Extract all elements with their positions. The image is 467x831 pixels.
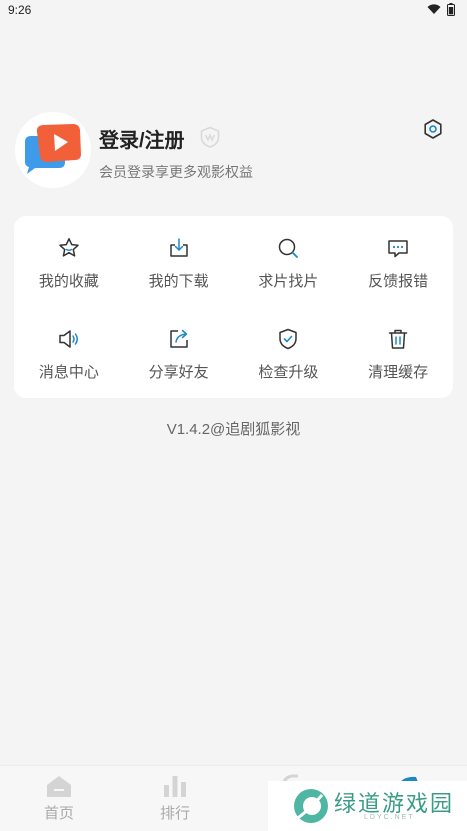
menu-item-messages[interactable]: 消息中心 bbox=[14, 307, 124, 398]
status-time: 9:26 bbox=[8, 3, 32, 17]
menu-item-clear-cache[interactable]: 清理缓存 bbox=[343, 307, 453, 398]
home-icon bbox=[47, 776, 71, 797]
star-icon bbox=[59, 238, 79, 257]
wifi-icon bbox=[427, 4, 441, 14]
menu-label: 求片找片 bbox=[258, 273, 319, 290]
profile-subtitle: 会员登录享更多观影权益 bbox=[99, 164, 253, 180]
search-icon bbox=[279, 238, 299, 258]
profile-section[interactable]: 登录/注册 会员登录享更多观影权益 bbox=[15, 112, 452, 192]
menu-grid: 我的收藏 我的下载 求片找片 反馈报错 消息中心 分享好友 检查升级 清理缓存 bbox=[14, 216, 453, 398]
menu-item-update[interactable]: 检查升级 bbox=[234, 307, 344, 398]
menu-item-share[interactable]: 分享好友 bbox=[124, 307, 234, 398]
feedback-icon bbox=[388, 240, 408, 258]
menu-label: 检查升级 bbox=[258, 364, 319, 381]
nav-item-home[interactable]: 首页 bbox=[29, 774, 89, 823]
menu-label: 反馈报错 bbox=[368, 273, 429, 290]
nav-label: 排行 bbox=[159, 805, 190, 822]
battery-icon bbox=[447, 3, 455, 16]
watermark-logo-icon bbox=[294, 789, 328, 823]
status-icons bbox=[427, 3, 455, 16]
nav-item-rank[interactable]: 排行 bbox=[145, 774, 205, 823]
menu-item-favorites[interactable]: 我的收藏 bbox=[14, 216, 124, 307]
shield-check-icon bbox=[279, 328, 298, 350]
trash-icon bbox=[388, 329, 408, 349]
avatar[interactable] bbox=[15, 112, 91, 188]
share-icon bbox=[169, 329, 188, 348]
nav-label: 首页 bbox=[43, 805, 74, 822]
menu-card: 我的收藏 我的下载 求片找片 反馈报错 消息中心 分享好友 检查升级 清理缓存 bbox=[14, 216, 453, 398]
watermark: 绿道游戏园 LDYC.NET bbox=[268, 781, 467, 831]
watermark-subtext: LDYC.NET bbox=[364, 814, 415, 821]
menu-label: 清理缓存 bbox=[368, 364, 429, 381]
menu-label: 我的收藏 bbox=[38, 273, 99, 290]
version-text: V1.4.2@追剧狐影视 bbox=[166, 421, 301, 438]
menu-item-feedback[interactable]: 反馈报错 bbox=[343, 216, 453, 307]
rank-icon bbox=[164, 776, 186, 797]
download-icon bbox=[169, 238, 188, 257]
menu-item-request[interactable]: 求片找片 bbox=[234, 216, 344, 307]
status-bar: 9:26 bbox=[0, 0, 467, 22]
speaker-icon bbox=[59, 330, 78, 348]
menu-item-downloads[interactable]: 我的下载 bbox=[124, 216, 234, 307]
menu-label: 我的下载 bbox=[148, 273, 209, 290]
vip-badge-icon bbox=[200, 126, 220, 148]
app-logo-icon bbox=[15, 112, 91, 188]
settings-icon[interactable] bbox=[422, 118, 444, 140]
login-register-link[interactable]: 登录/注册 bbox=[99, 124, 185, 153]
menu-label: 消息中心 bbox=[38, 364, 99, 381]
menu-label: 分享好友 bbox=[148, 364, 209, 381]
